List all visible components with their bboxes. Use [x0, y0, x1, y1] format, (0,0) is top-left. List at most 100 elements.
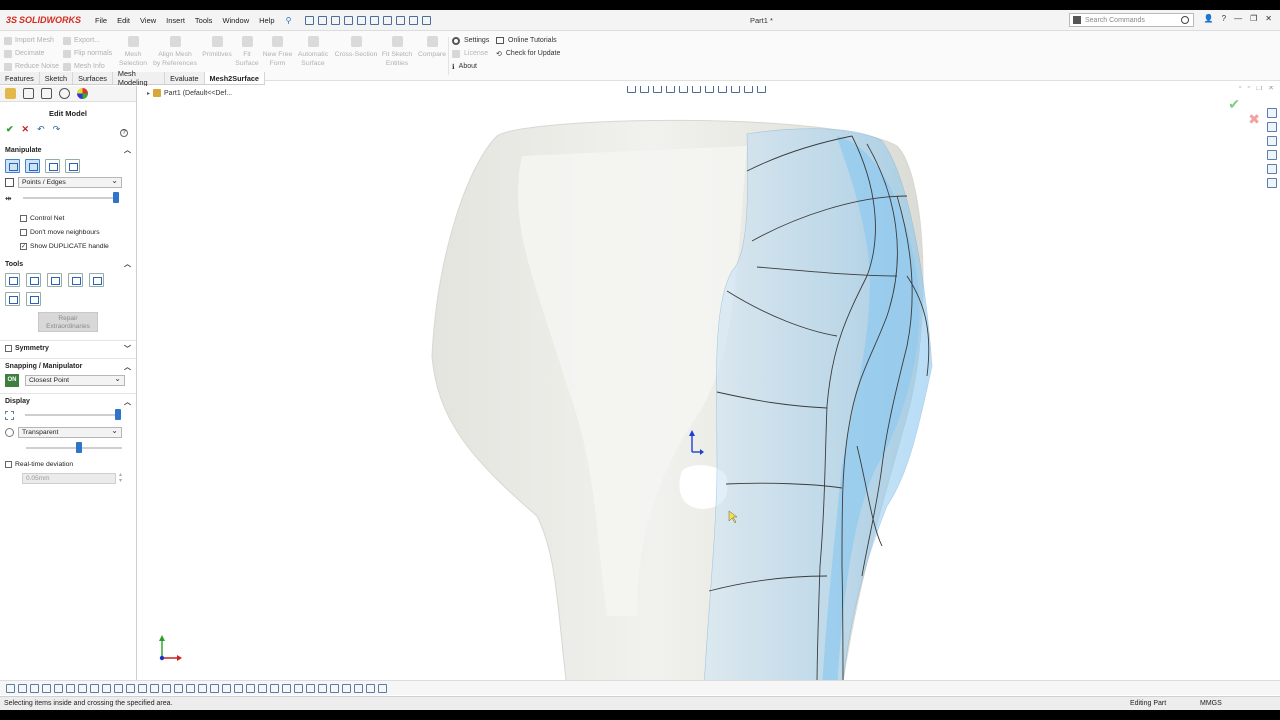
move-edge-icon[interactable] [45, 159, 60, 173]
print-icon[interactable] [357, 15, 367, 25]
tools-header[interactable]: Tools ︿ [0, 258, 136, 270]
collapse-icon[interactable]: ︿ [124, 145, 131, 155]
rotate-manipulator-icon[interactable] [25, 159, 40, 173]
collapse-icon[interactable]: ︿ [124, 397, 131, 407]
filter-routes-icon[interactable] [306, 683, 315, 693]
new-document-icon[interactable] [318, 15, 328, 25]
tab-features[interactable]: Features [0, 72, 40, 84]
grid-tool-icon[interactable] [5, 273, 20, 287]
filter-weld-icon[interactable] [198, 683, 207, 693]
tab-mesh-modeling[interactable]: Mesh Modeling [113, 69, 166, 87]
align-mesh-button[interactable]: Align Mesh by References [152, 36, 198, 68]
snapping-mode-select[interactable]: Closest Point [25, 374, 125, 386]
import-mesh-button[interactable]: Import Mesh [4, 34, 59, 47]
expand-icon[interactable]: ﹀ [124, 344, 131, 354]
filter-surfaces-icon[interactable] [90, 683, 99, 693]
slider-thumb[interactable] [112, 192, 119, 203]
filter-vertices-icon[interactable] [54, 683, 63, 693]
filter-blocks-icon[interactable] [282, 683, 291, 693]
help-icon[interactable]: ? [1222, 14, 1226, 23]
menu-help[interactable]: Help [254, 16, 279, 25]
search-icon[interactable] [1181, 16, 1189, 24]
filter-box-select-icon[interactable] [366, 683, 375, 693]
select-pointer-icon[interactable] [5, 159, 20, 173]
decimate-button[interactable]: Decimate [4, 47, 59, 60]
menu-file[interactable]: File [90, 16, 112, 25]
realtime-deviation-checkbox[interactable]: Real-time deviation [0, 461, 136, 468]
show-duplicate-checkbox[interactable]: ✓ Show DUPLICATE handle [0, 239, 136, 253]
fit-surface-button[interactable]: Fit Surface [234, 36, 260, 68]
new-free-form-button[interactable]: New Free Form [261, 36, 294, 68]
export-button[interactable]: Export... [63, 34, 112, 47]
license-button[interactable]: License [452, 47, 489, 60]
checkbox-box[interactable] [5, 461, 12, 468]
snapping-on-toggle[interactable]: ON [5, 374, 19, 387]
repair-extraordinaries-button[interactable]: Repair Extraordinaries [38, 312, 98, 332]
minimize-icon[interactable]: — [1234, 14, 1242, 23]
check-update-button[interactable]: ⟲ Check for Update [496, 47, 560, 60]
file-properties-icon[interactable] [409, 15, 419, 25]
unit-system-selector[interactable]: MMGS [1200, 700, 1222, 707]
display-header[interactable]: Display ︿ [0, 393, 136, 407]
filter-dimensions-icon[interactable] [162, 683, 171, 693]
opacity-slider[interactable] [26, 442, 122, 453]
flip-normals-button[interactable]: Flip normals [63, 47, 112, 60]
help-icon[interactable]: ? [120, 129, 128, 137]
property-manager-icon[interactable] [23, 88, 34, 99]
manipulate-header[interactable]: Manipulate ︿ [0, 144, 136, 156]
filter-mates-icon[interactable] [318, 683, 327, 693]
filter-cameras-icon[interactable] [330, 683, 339, 693]
symmetry-checkbox[interactable]: Symmetry [5, 345, 49, 352]
checkbox-box[interactable] [20, 228, 27, 236]
checkbox-box[interactable] [20, 214, 27, 222]
rebuild-icon[interactable] [396, 15, 406, 25]
checkbox-box[interactable] [5, 345, 12, 352]
fit-sketch-entities-button[interactable]: Fit Sketch Entities [380, 36, 414, 68]
deviation-value-field[interactable]: 0.05mm [22, 472, 116, 484]
dimxpert-icon[interactable] [59, 88, 70, 99]
ok-check-icon[interactable]: ✔ [6, 124, 14, 135]
tab-evaluate[interactable]: Evaluate [165, 72, 205, 84]
compare-button[interactable]: Compare [416, 36, 448, 59]
filter-planes-icon[interactable] [126, 683, 135, 693]
search-commands-input[interactable]: Search Commands [1069, 13, 1194, 27]
graphics-viewport[interactable]: ▸ Part1 (Default<<Def... ▫ ▫ ❐ ✕ ✔ ✖ [137, 86, 1280, 688]
tab-surfaces[interactable]: Surfaces [73, 72, 113, 84]
spin-arrows-icon[interactable]: ▴ ▾ [119, 472, 122, 484]
filter-points-icon[interactable] [138, 683, 147, 693]
select-all-filter-icon[interactable] [30, 683, 39, 693]
filter-faces-icon[interactable] [78, 683, 87, 693]
filter-datum-icon[interactable] [210, 683, 219, 693]
menu-tools[interactable]: Tools [190, 16, 218, 25]
slide-edge-icon[interactable] [65, 159, 80, 173]
filter-edges-icon[interactable] [66, 683, 75, 693]
filter-surface-finish-icon[interactable] [186, 683, 195, 693]
filter-sketch-icon[interactable] [150, 683, 159, 693]
pin-menu-icon[interactable]: ⚲ [286, 16, 292, 25]
cancel-x-icon[interactable]: ✕ [22, 124, 30, 135]
lasso-select-icon[interactable] [42, 683, 51, 693]
control-net-checkbox[interactable]: Control Net [0, 211, 136, 225]
filter-toggle-icon[interactable] [6, 683, 15, 693]
filter-axes-icon[interactable] [114, 683, 123, 693]
primitives-button[interactable]: Primitives [201, 36, 233, 59]
display-slider[interactable] [25, 409, 121, 420]
open-icon[interactable] [331, 15, 341, 25]
automatic-surface-button[interactable]: Automatic Surface [296, 36, 330, 68]
slider-thumb[interactable] [76, 442, 82, 453]
split-tool-icon[interactable] [89, 273, 104, 287]
snapping-header[interactable]: Snapping / Manipulator ︿ [0, 358, 136, 372]
mesh-selection-button[interactable]: Mesh Selection [118, 36, 148, 68]
search-scope-icon[interactable] [1073, 16, 1081, 24]
menu-edit[interactable]: Edit [112, 16, 135, 25]
mesh-model[interactable] [137, 86, 1280, 688]
undo-icon[interactable] [370, 15, 380, 25]
undo-icon[interactable]: ↶ [37, 124, 45, 135]
filter-hole-callout-icon[interactable] [246, 683, 255, 693]
filter-notes-icon[interactable] [174, 683, 183, 693]
filter-pin-icon[interactable] [378, 683, 387, 693]
symmetry-header[interactable]: Symmetry ﹀ [0, 340, 136, 354]
slider-thumb[interactable] [115, 409, 121, 420]
points-edges-select[interactable]: Points / Edges [18, 176, 122, 188]
display-manager-icon[interactable] [77, 88, 88, 99]
